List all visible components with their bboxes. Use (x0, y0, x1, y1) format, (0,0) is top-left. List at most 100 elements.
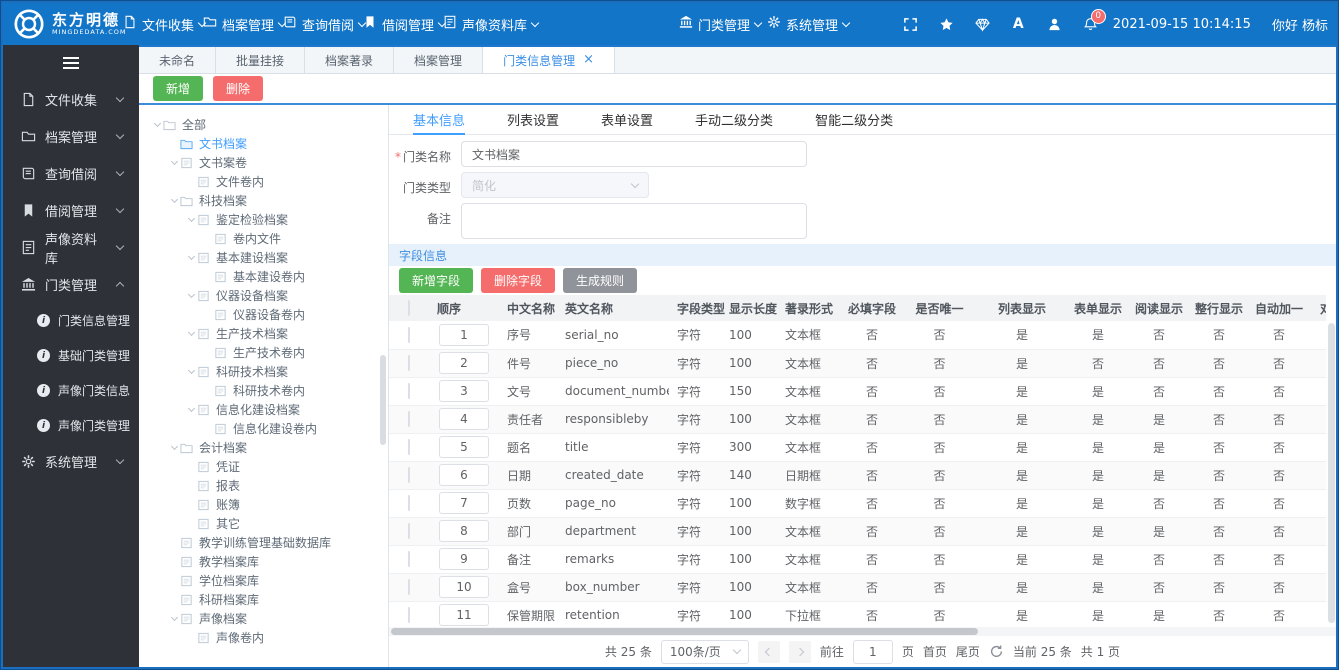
tree-node-23[interactable]: 教学档案库 (151, 552, 388, 571)
tree-node-18[interactable]: 凭证 (151, 457, 388, 476)
refresh-icon[interactable] (989, 644, 1004, 659)
open-tab-1[interactable]: 批量挂接 (216, 47, 306, 73)
tree-node-3[interactable]: 文件卷内 (151, 172, 388, 191)
order-input[interactable] (439, 323, 489, 346)
sidebar-subitem-2[interactable]: i 声像门类信息 (3, 373, 139, 408)
tree-node-13[interactable]: 科研技术档案 (151, 362, 388, 381)
open-tab-0[interactable]: 未命名 (139, 47, 217, 73)
star-icon[interactable] (939, 17, 954, 32)
tree-node-11[interactable]: 生产技术档案 (151, 324, 388, 343)
open-tab-2[interactable]: 档案著录 (305, 47, 395, 73)
order-input[interactable] (439, 604, 489, 626)
sidebar-item-1[interactable]: 档案管理 (3, 118, 139, 155)
nav-item-0[interactable]: 文件收集 (123, 3, 207, 45)
tree-node-17[interactable]: 会计档案 (151, 438, 388, 457)
expand-caret-icon[interactable] (168, 195, 180, 203)
order-input[interactable] (439, 408, 489, 430)
category-type-select[interactable]: 简化 (461, 172, 649, 198)
expand-caret-icon[interactable] (185, 404, 197, 412)
order-input[interactable] (439, 436, 489, 458)
expand-caret-icon[interactable] (168, 613, 180, 621)
row-checkbox[interactable] (408, 467, 410, 483)
tree-node-22[interactable]: 教学训练管理基础数据库 (151, 533, 388, 552)
row-checkbox[interactable] (408, 326, 410, 343)
order-input[interactable] (439, 352, 489, 374)
tree-node-5[interactable]: 鉴定检验档案 (151, 210, 388, 229)
user-icon[interactable] (1047, 17, 1062, 32)
nav-item-5[interactable]: 门类管理 (679, 3, 763, 45)
table-horizontal-scrollbar[interactable] (389, 627, 1336, 636)
expand-caret-icon[interactable] (151, 119, 163, 127)
expand-caret-icon[interactable] (185, 214, 197, 222)
row-checkbox[interactable] (408, 495, 410, 511)
sidebar-item-6[interactable]: 系统管理 (3, 443, 139, 480)
row-checkbox[interactable] (408, 607, 410, 623)
expand-caret-icon[interactable] (185, 328, 197, 336)
next-page-button[interactable] (788, 640, 811, 663)
order-input[interactable] (439, 520, 489, 542)
tree-node-7[interactable]: 基本建设档案 (151, 248, 388, 267)
open-tab-3[interactable]: 档案管理 (394, 47, 484, 73)
tree-node-24[interactable]: 学位档案库 (151, 571, 388, 590)
order-input[interactable] (439, 492, 489, 514)
row-checkbox[interactable] (408, 523, 410, 539)
row-checkbox[interactable] (408, 411, 410, 427)
page-size-select[interactable]: 100条/页 (660, 639, 749, 664)
tree-node-4[interactable]: 科技档案 (151, 191, 388, 210)
order-input[interactable] (439, 548, 489, 570)
tree-node-0[interactable]: 全部 (151, 115, 388, 134)
first-page-link[interactable]: 首页 (923, 643, 947, 660)
order-input[interactable] (439, 380, 489, 402)
select-all-checkbox[interactable] (408, 300, 410, 316)
sidebar-item-3[interactable]: 借阅管理 (3, 192, 139, 229)
tree-node-9[interactable]: 仪器设备档案 (151, 286, 388, 305)
sidebar-subitem-0[interactable]: i 门类信息管理 (3, 303, 139, 338)
tree-node-21[interactable]: 其它 (151, 514, 388, 533)
tree-node-19[interactable]: 报表 (151, 476, 388, 495)
last-page-link[interactable]: 尾页 (956, 643, 980, 660)
expand-caret-icon[interactable] (185, 290, 197, 298)
row-checkbox[interactable] (408, 579, 410, 595)
nav-item-6[interactable]: 系统管理 (767, 3, 851, 45)
tree-node-25[interactable]: 科研档案库 (151, 590, 388, 609)
generate-rule-button[interactable]: 生成规则 (563, 268, 638, 293)
delete-field-button[interactable]: 删除字段 (481, 268, 556, 293)
tree-node-6[interactable]: 卷内文件 (151, 229, 388, 248)
sidebar-item-2[interactable]: 查询借阅 (3, 155, 139, 192)
order-input[interactable] (439, 464, 489, 486)
tree-node-8[interactable]: 基本建设卷内 (151, 267, 388, 286)
nav-item-3[interactable]: 借阅管理 (363, 3, 447, 45)
table-vertical-scrollbar[interactable] (1328, 323, 1335, 623)
prev-page-button[interactable] (757, 640, 780, 663)
detail-tab-4[interactable]: 智能二级分类 (815, 105, 893, 134)
tree-node-16[interactable]: 信息化建设卷内 (151, 419, 388, 438)
expand-caret-icon[interactable] (168, 157, 180, 165)
tree-node-10[interactable]: 仪器设备卷内 (151, 305, 388, 324)
goto-page-input[interactable] (852, 639, 893, 664)
row-checkbox[interactable] (408, 439, 410, 455)
open-tab-4[interactable]: 门类信息管理 × (483, 47, 615, 73)
tree-node-15[interactable]: 信息化建设档案 (151, 400, 388, 419)
sidebar-item-4[interactable]: 声像资料库 (3, 229, 139, 267)
nav-item-1[interactable]: 档案管理 (203, 3, 287, 45)
expand-caret-icon[interactable] (185, 252, 197, 260)
font-size-icon[interactable]: A (1011, 16, 1026, 32)
add-field-button[interactable]: 新增字段 (399, 268, 474, 293)
gem-icon[interactable] (975, 17, 990, 32)
tree-node-20[interactable]: 账簿 (151, 495, 388, 514)
expand-caret-icon[interactable] (168, 442, 180, 450)
tree-scrollbar[interactable] (380, 355, 386, 445)
row-checkbox[interactable] (408, 383, 410, 399)
sidebar-item-5[interactable]: 门类管理 (3, 266, 139, 303)
nav-item-4[interactable]: 声像资料库 (443, 3, 540, 45)
tree-node-14[interactable]: 科研技术卷内 (151, 381, 388, 400)
tree-node-2[interactable]: 文书案卷 (151, 153, 388, 172)
close-icon[interactable]: × (583, 53, 594, 66)
sidebar-subitem-3[interactable]: i 声像门类管理 (3, 408, 139, 443)
tree-node-27[interactable]: 声像卷内 (151, 628, 388, 647)
delete-button[interactable]: 删除 (213, 76, 264, 101)
tree-node-12[interactable]: 生产技术卷内 (151, 343, 388, 362)
row-checkbox[interactable] (408, 355, 410, 371)
category-name-input[interactable] (461, 141, 807, 167)
tree-node-26[interactable]: 声像档案 (151, 609, 388, 628)
